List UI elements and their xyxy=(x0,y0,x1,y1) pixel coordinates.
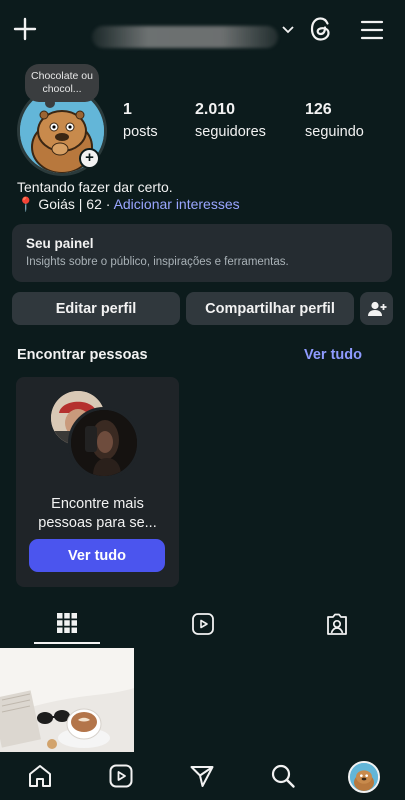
reels-icon xyxy=(192,613,214,635)
note-text: Chocolate ou chocol... xyxy=(31,70,93,95)
followers-label: seguidores xyxy=(195,124,266,140)
suggestion-see-all-button[interactable]: Ver tudo xyxy=(29,539,165,572)
tab-reels[interactable] xyxy=(170,604,236,644)
nav-reels-icon[interactable] xyxy=(105,760,137,792)
following-label: seguindo xyxy=(305,124,364,140)
tab-tagged[interactable] xyxy=(304,604,370,644)
username-redacted[interactable] xyxy=(92,26,278,48)
chevron-down-icon[interactable] xyxy=(280,22,296,38)
posts-count: 1 xyxy=(123,101,132,118)
add-interests-link[interactable]: Adicionar interesses xyxy=(114,196,240,212)
grid-icon xyxy=(57,613,77,633)
posts-label: posts xyxy=(123,124,158,140)
add-person-icon xyxy=(367,301,386,316)
post-thumbnail[interactable] xyxy=(0,648,134,752)
stat-posts[interactable]: 1 posts xyxy=(123,100,158,142)
threads-icon[interactable] xyxy=(306,14,336,44)
note-bubble[interactable]: Chocolate ou chocol... xyxy=(25,64,99,108)
nav-profile-avatar[interactable] xyxy=(348,761,380,793)
location-line: 📍 Goiás | 62 · Adicionar interesses xyxy=(17,195,240,213)
create-plus-icon[interactable] xyxy=(10,14,40,44)
dashboard-card[interactable]: Seu painel Insights sobre o público, ins… xyxy=(12,224,392,282)
add-story-plus-icon[interactable]: + xyxy=(79,148,100,169)
add-person-button[interactable] xyxy=(360,292,393,325)
nav-home-icon[interactable] xyxy=(24,760,56,792)
tagged-person-icon xyxy=(327,613,347,635)
see-all-link[interactable]: Ver tudo xyxy=(304,347,362,363)
suggestion-text: Encontre mais pessoas para se... xyxy=(38,496,157,531)
nav-search-icon[interactable] xyxy=(267,760,299,792)
discover-people-title: Encontrar pessoas xyxy=(17,347,148,363)
dashboard-subtitle: Insights sobre o público, inspirações e … xyxy=(26,256,289,268)
nav-send-icon[interactable] xyxy=(186,760,218,792)
dashboard-title: Seu painel xyxy=(26,236,94,251)
share-profile-button[interactable]: Compartilhar perfil xyxy=(186,292,354,325)
suggested-avatar-front xyxy=(68,407,140,479)
bio-text: Tentando fazer dar certo. xyxy=(17,179,173,195)
followers-count: 2.010 xyxy=(195,101,236,118)
edit-profile-button[interactable]: Editar perfil xyxy=(12,292,180,325)
location-text: 📍 Goiás | 62 · xyxy=(17,196,111,212)
stat-followers[interactable]: 2.010 seguidores xyxy=(195,100,266,142)
menu-icon[interactable] xyxy=(356,14,388,46)
stat-following[interactable]: 126 seguindo xyxy=(305,100,364,142)
tab-posts-grid[interactable] xyxy=(34,604,100,644)
following-count: 126 xyxy=(305,101,332,118)
suggestion-card[interactable]: Encontre mais pessoas para se... Ver tud… xyxy=(16,377,179,587)
